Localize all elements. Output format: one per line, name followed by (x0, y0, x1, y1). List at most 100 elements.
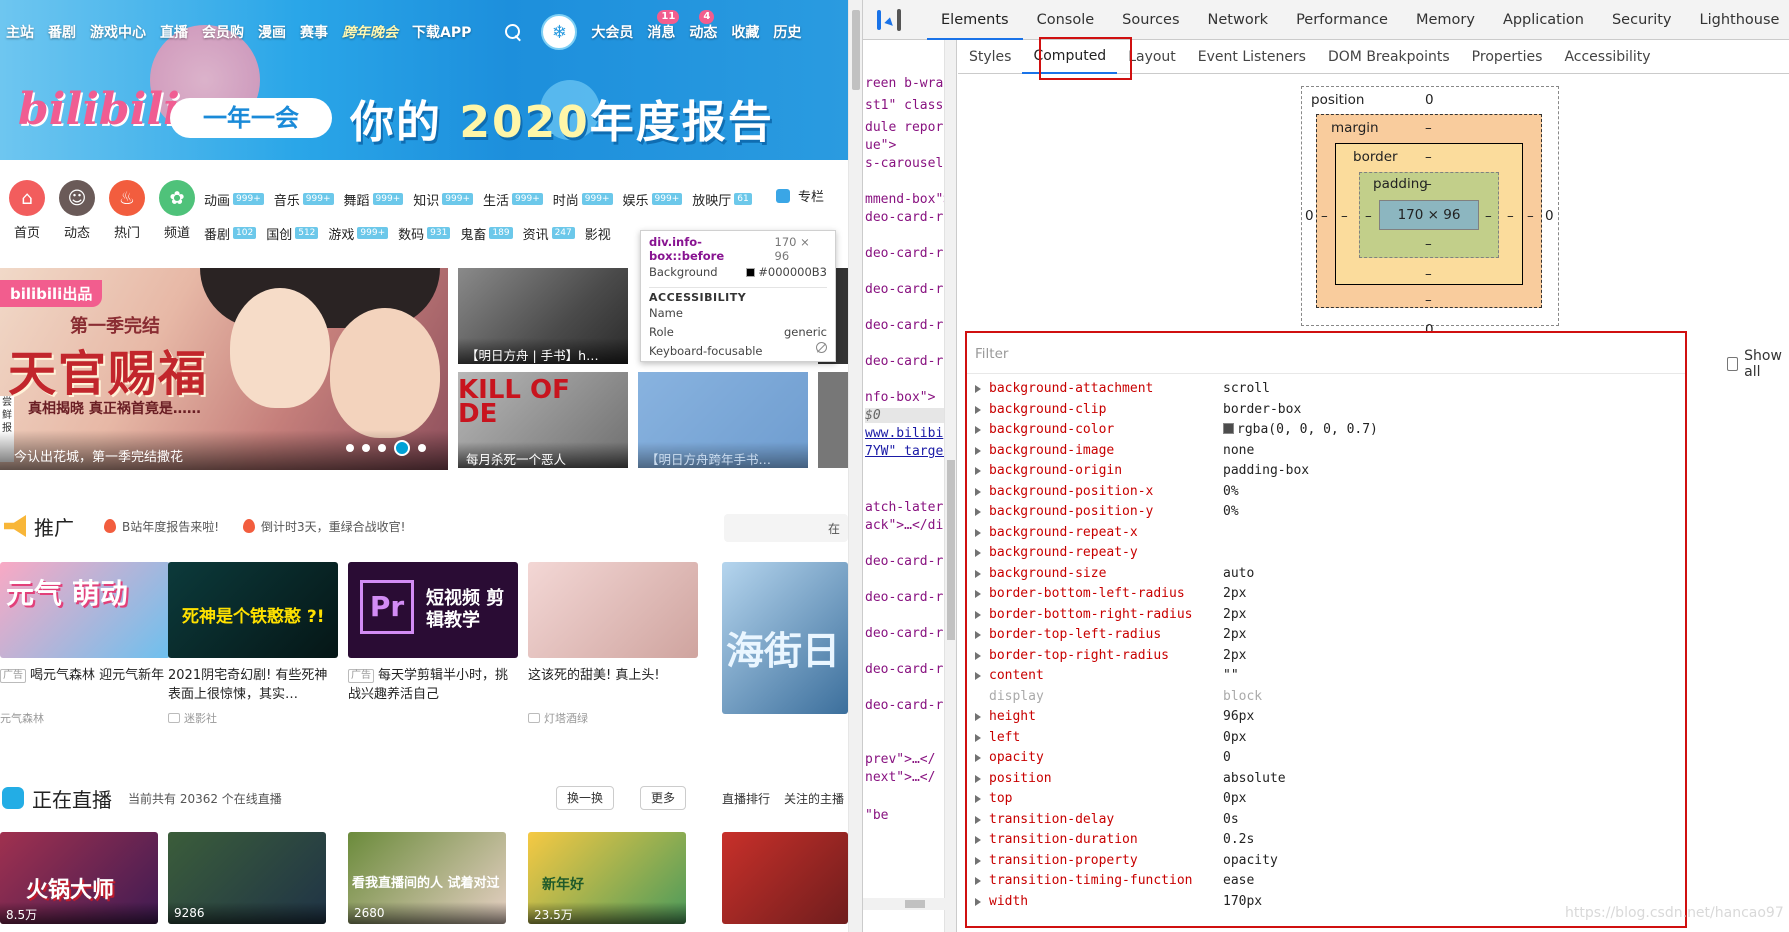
expand-triangle-icon[interactable] (975, 795, 981, 803)
computed-property-row[interactable]: top 0px (975, 789, 1675, 810)
card-thumbnail[interactable]: 元气 萌动 (0, 562, 170, 658)
devtools-tab-console[interactable]: Console (1023, 0, 1109, 40)
video-thumb-highlighted[interactable]: 【明日方舟跨年手书… (638, 372, 808, 468)
padding-left-value[interactable]: – (1365, 208, 1372, 224)
video-thumb[interactable]: 【明日方舟 | 手书】h… (458, 268, 628, 364)
sidebar-tab-styles[interactable]: Styles (958, 40, 1022, 74)
nav-right-item-4[interactable]: 历史 (773, 22, 801, 42)
computed-property-row[interactable]: transition-timing-function ease (975, 871, 1675, 892)
bilibili-logo[interactable]: bilibili (18, 84, 180, 135)
nav-right-item-2[interactable]: 动态 4 (689, 10, 717, 42)
computed-property-row[interactable]: background-size auto (975, 564, 1675, 585)
margin-right-value[interactable]: – (1527, 208, 1534, 224)
element-node-line[interactable]: dule report (865, 120, 951, 135)
expand-triangle-icon[interactable] (975, 815, 981, 824)
search-icon[interactable] (503, 22, 523, 42)
margin-top-value[interactable]: – (1425, 120, 1432, 136)
category-link[interactable]: 番剧 102 (204, 224, 257, 243)
card-title-wrap[interactable]: 广告 每天学剪辑半小时，挑战兴趣养活自己 (348, 666, 518, 704)
border-bottom-value[interactable]: – (1425, 266, 1432, 282)
expand-triangle-icon[interactable] (975, 569, 981, 578)
category-button-1[interactable]: ☺ 动态 (52, 180, 102, 241)
carousel-dot[interactable] (378, 444, 386, 452)
nav-right-item-3[interactable]: 收藏 (731, 22, 759, 42)
element-node-line[interactable]: s-carousel (865, 156, 943, 171)
computed-property-row[interactable]: border-top-right-radius 2px (975, 646, 1675, 667)
promo-card[interactable]: 这该死的甜美! 真上头! 灯塔酒绿 (528, 562, 698, 725)
expand-triangle-icon[interactable] (975, 713, 981, 721)
video-thumb[interactable]: KILL OF DE 每月杀死一个恶人 (458, 372, 628, 468)
computed-property-row[interactable]: background-repeat-x (975, 523, 1675, 544)
border-left-value[interactable]: – (1341, 208, 1348, 224)
expand-triangle-icon[interactable] (975, 733, 981, 742)
computed-property-row[interactable]: left 0px (975, 728, 1675, 749)
element-node-line[interactable]: deo-card-re (865, 698, 951, 713)
element-node-line[interactable]: next">…</ (865, 770, 935, 785)
card-uploader[interactable]: 迷影社 (168, 710, 338, 726)
element-node-line[interactable]: deo-card-re (865, 590, 951, 605)
computed-filter-input[interactable]: Filter (975, 341, 1665, 367)
live-card[interactable]: 9286 (168, 832, 326, 924)
inspect-element-icon[interactable] (877, 9, 881, 30)
live-rank-link[interactable]: 直播排行 (722, 790, 770, 807)
sidebar-tab-properties[interactable]: Properties (1461, 40, 1554, 74)
refresh-button[interactable]: 换一换 (556, 786, 615, 810)
element-node-line[interactable]: deo-card-re (865, 354, 951, 369)
element-node-line[interactable]: "be (865, 808, 888, 823)
expand-triangle-icon[interactable] (975, 385, 981, 393)
expand-triangle-icon[interactable] (975, 631, 981, 639)
card-uploader[interactable]: 灯塔酒绿 (528, 710, 698, 726)
nav-item-7[interactable]: 跨年晚会 (342, 22, 398, 42)
carousel-dot[interactable] (418, 444, 426, 452)
devtools-tab-lighthouse[interactable]: Lighthouse (1686, 0, 1789, 40)
category-link[interactable]: 资讯 247 (523, 224, 575, 243)
expand-triangle-icon[interactable] (975, 877, 981, 885)
nav-right-item-1[interactable]: 消息 11 (647, 10, 680, 42)
expand-triangle-icon[interactable] (975, 508, 981, 516)
computed-property-row[interactable]: background-clip border-box (975, 400, 1675, 421)
element-node-line[interactable]: nfo-box"> (865, 390, 935, 405)
computed-property-row[interactable]: display block (975, 687, 1675, 708)
computed-property-row[interactable]: content "" (975, 666, 1675, 687)
nav-right-item-0[interactable]: 大会员 (591, 22, 633, 42)
expand-triangle-icon[interactable] (975, 590, 981, 598)
box-model-content-size[interactable]: 170 × 96 (1379, 200, 1479, 230)
sidebar-tab-dom-breakpoints[interactable]: DOM Breakpoints (1317, 40, 1461, 74)
expand-triangle-icon[interactable] (975, 549, 981, 557)
category-link[interactable]: 时尚 999+ (553, 190, 613, 209)
nav-item-8[interactable]: 下载APP (412, 22, 471, 42)
live-card[interactable]: 看我直播间的人 试着对过 2680 (348, 832, 506, 924)
computed-property-row[interactable]: opacity 0 (975, 748, 1675, 769)
element-node-line[interactable]: ue"> (865, 138, 896, 153)
computed-property-row[interactable]: background-position-y 0% (975, 502, 1675, 523)
zhuanlan-link[interactable]: 专栏 (776, 186, 824, 205)
promo-card[interactable]: 元气 萌动 广告 喝元气森林 迎元气新年 元气森林 (0, 562, 170, 725)
devtools-tab-network[interactable]: Network (1194, 0, 1283, 40)
expand-triangle-icon[interactable] (975, 651, 981, 660)
element-node-line[interactable]: deo-card-re (865, 210, 951, 225)
category-link[interactable]: 动画 999+ (204, 190, 264, 209)
category-link[interactable]: 舞蹈 999+ (344, 190, 404, 209)
position-top-value[interactable]: 0 (1425, 92, 1434, 108)
sidebar-tab-layout[interactable]: Layout (1117, 40, 1187, 74)
featured-carousel[interactable]: bilibili出品 第一季完结 天官赐福 真相揭晓 真正祸首竟是…… 尝鲜报 … (0, 268, 448, 470)
element-node-line[interactable]: deo-card-re (865, 662, 951, 677)
followed-streamers-link[interactable]: 关注的主播 (784, 790, 844, 807)
page-scrollbar[interactable] (848, 0, 862, 932)
card-title-wrap[interactable]: 广告 喝元气森林 迎元气新年 (0, 666, 170, 704)
devtools-tab-elements[interactable]: Elements (927, 0, 1023, 40)
computed-property-row[interactable]: background-color rgba(0, 0, 0, 0.7) (975, 420, 1675, 441)
expand-triangle-icon[interactable] (975, 856, 981, 865)
expand-triangle-icon[interactable] (975, 487, 981, 496)
user-avatar[interactable]: ❄ (541, 14, 578, 50)
carousel-dot[interactable] (362, 444, 370, 452)
category-link[interactable]: 游戏 999+ (328, 224, 389, 243)
category-link[interactable]: 数码 931 (398, 224, 451, 243)
nav-item-0[interactable]: 主站 (6, 22, 34, 42)
computed-property-row[interactable]: transition-delay 0s (975, 810, 1675, 831)
category-link[interactable]: 鬼畜 189 (460, 224, 513, 243)
page-scrollbar-thumb[interactable] (852, 10, 860, 90)
computed-property-row[interactable]: border-top-left-radius 2px (975, 625, 1675, 646)
expand-triangle-icon[interactable] (975, 467, 981, 475)
category-link[interactable]: 放映厅 61 (692, 190, 752, 209)
